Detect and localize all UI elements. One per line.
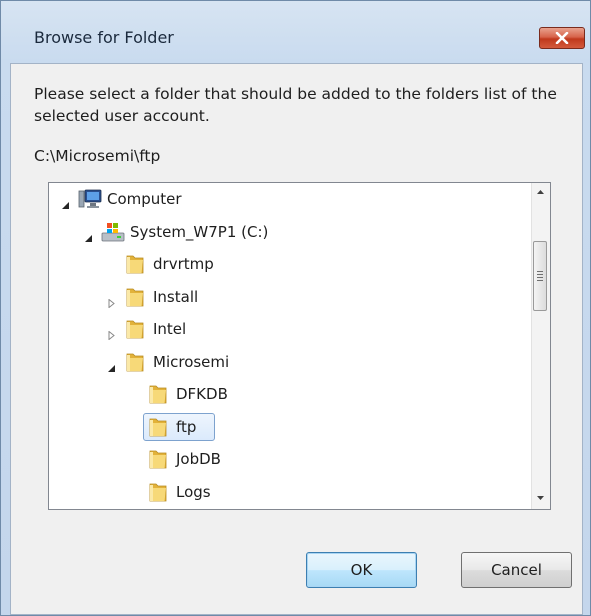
tree-item-label: ftp <box>176 417 197 436</box>
tree-item[interactable]: JobDB <box>49 444 529 474</box>
title-bar[interactable]: Browse for Folder <box>1 1 590 63</box>
tree-item[interactable]: System_W7P1 (C:) <box>49 217 529 247</box>
vertical-scrollbar[interactable] <box>531 183 550 509</box>
collapsed-arrow-icon[interactable] <box>107 293 116 309</box>
tree-item-label: JobDB <box>176 450 221 468</box>
tree-item[interactable]: ftp <box>49 412 529 442</box>
expanded-arrow-icon[interactable] <box>84 228 93 242</box>
scroll-down-arrow[interactable] <box>532 489 549 507</box>
dialog-body: Please select a folder that should be ad… <box>10 63 583 615</box>
computer-icon <box>78 188 102 210</box>
tree-item-label: DFKDB <box>176 385 228 403</box>
tree-item[interactable]: Microsemi <box>49 347 529 377</box>
cancel-button[interactable]: Cancel <box>461 552 572 588</box>
folder-icon <box>147 416 171 438</box>
ok-button[interactable]: OK <box>306 552 417 588</box>
selected-path-text: C:\Microsemi\ftp <box>34 147 161 165</box>
folder-icon <box>124 318 148 340</box>
tree-item[interactable]: Logs <box>49 477 529 507</box>
folder-icon <box>124 286 148 308</box>
folder-icon <box>147 481 171 503</box>
collapsed-arrow-icon[interactable] <box>107 325 116 341</box>
tree-item[interactable]: DFKDB <box>49 379 529 409</box>
tree-item[interactable]: Intel <box>49 314 529 344</box>
tree-item-label: drvrtmp <box>153 255 214 273</box>
folder-icon <box>124 253 148 275</box>
expanded-arrow-icon[interactable] <box>107 358 116 372</box>
instruction-text: Please select a folder that should be ad… <box>34 85 557 125</box>
tree-item[interactable]: Computer <box>49 184 529 214</box>
dialog-title: Browse for Folder <box>34 28 174 47</box>
tree-item[interactable]: Install <box>49 282 529 312</box>
tree-item-label: Logs <box>176 482 211 501</box>
scroll-up-arrow[interactable] <box>532 183 549 201</box>
expanded-arrow-icon[interactable] <box>61 195 70 209</box>
grip-line <box>537 271 543 272</box>
tree-item-label: Install <box>153 287 199 306</box>
close-icon <box>555 32 569 44</box>
tree-item-label: Microsemi <box>153 352 230 371</box>
drive-icon <box>101 221 125 243</box>
folder-icon <box>147 448 171 470</box>
tree-item-label: Intel <box>153 320 187 338</box>
chevron-down-icon <box>537 496 544 500</box>
chevron-up-icon <box>537 190 544 194</box>
folder-icon <box>124 351 148 373</box>
grip-line <box>537 277 543 278</box>
browse-for-folder-dialog: Browse for Folder Please select a folder… <box>0 0 591 616</box>
grip-line <box>537 274 543 275</box>
grip-line <box>537 280 543 281</box>
scroll-thumb[interactable] <box>533 241 547 311</box>
tree-item-label: System_W7P1 (C:) <box>130 222 269 241</box>
folder-icon <box>147 383 171 405</box>
tree-item-label: Computer <box>107 190 182 208</box>
tree-item[interactable]: drvrtmp <box>49 249 529 279</box>
folder-tree[interactable]: Computer System_W7P1 (C:) drvrtmp Install In… <box>48 182 551 510</box>
close-button[interactable] <box>539 27 585 49</box>
